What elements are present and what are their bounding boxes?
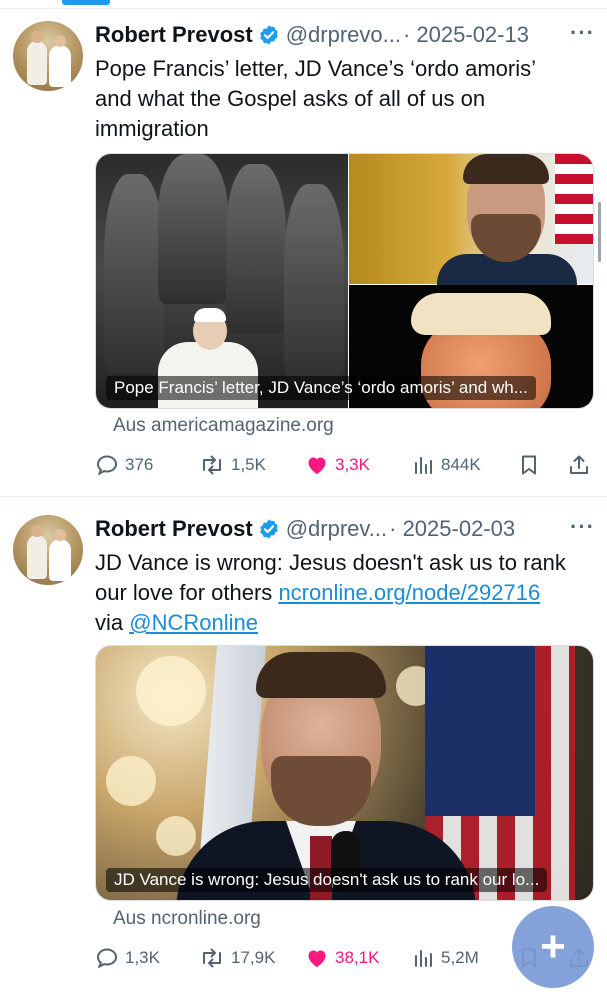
avatar-figure	[27, 535, 47, 579]
compose-plus-icon: +	[540, 922, 566, 971]
author-handle[interactable]: @drprev...	[286, 516, 387, 542]
bokeh-light	[106, 756, 156, 806]
beard	[271, 756, 371, 826]
like-button[interactable]: 3,3K	[305, 450, 370, 480]
author-name[interactable]: Robert Prevost	[95, 516, 253, 542]
avatar-figure-head	[54, 529, 66, 541]
reply-button[interactable]: 1,3K	[95, 943, 160, 973]
avatar-figure	[27, 41, 47, 85]
tweet-text-fragment: via	[95, 610, 130, 635]
tweet-text-line: Pope Francis’ letter, JD Vance’s ‘ordo a…	[95, 56, 536, 81]
repost-icon	[203, 948, 221, 968]
views-count: 844K	[441, 455, 481, 474]
repost-icon	[203, 455, 221, 475]
link-card[interactable]: JD Vance is wrong: Jesus doesn't ask us …	[95, 645, 594, 901]
views-button[interactable]: 844K	[411, 450, 481, 480]
card-image-pope-statue	[96, 154, 348, 408]
tweet[interactable]: Robert Prevost @drprevo... · 2025-02-13 …	[0, 12, 607, 496]
bookmark-icon	[522, 455, 536, 475]
tweet-divider	[0, 496, 607, 497]
compose-button[interactable]: +	[512, 906, 594, 988]
more-options-icon[interactable]: ···	[570, 514, 595, 540]
verified-badge-icon	[260, 519, 278, 539]
avatar[interactable]	[13, 515, 83, 585]
card-image-jd-vance	[96, 646, 593, 900]
header-divider	[0, 8, 607, 9]
statue-figure	[226, 164, 286, 334]
statue-figure	[104, 174, 164, 374]
flag	[555, 154, 593, 244]
repost-button[interactable]: 1,5K	[199, 450, 266, 480]
card-image-jd-vance	[349, 154, 593, 294]
tweet-actions: 376 1,5K 3,3K 844K	[95, 450, 595, 480]
active-tab-indicator	[62, 0, 110, 5]
tweet-text: JD Vance is wrong: Jesus doesn't ask us …	[95, 548, 595, 638]
views-button[interactable]: 5,2M	[411, 943, 479, 973]
share-icon	[570, 455, 588, 474]
link-card[interactable]: Pope Francis’ letter, JD Vance’s ‘ordo a…	[95, 153, 594, 409]
more-options-icon[interactable]: ···	[570, 20, 595, 46]
author-name[interactable]: Robert Prevost	[95, 22, 253, 48]
tweet-date[interactable]: · 2025-02-13	[403, 22, 529, 48]
views-icon	[415, 457, 432, 474]
tweet-header: Robert Prevost @drprevo... · 2025-02-13 …	[95, 20, 595, 50]
bokeh-light	[156, 816, 196, 856]
views-count: 5,2M	[441, 948, 479, 967]
reply-count: 376	[125, 455, 154, 474]
bookmark-button[interactable]	[517, 450, 541, 480]
hair	[256, 652, 386, 698]
reply-icon	[96, 455, 118, 476]
tweet-text-line: JD Vance is wrong: Jesus doesn't ask us …	[95, 550, 566, 575]
hair	[463, 154, 549, 184]
tweet-text-line: our love for others ncronline.org/node/2…	[95, 578, 595, 608]
author-handle[interactable]: @drprevo...	[286, 22, 401, 48]
like-icon	[308, 950, 326, 967]
tweet-link[interactable]: ncronline.org/node/292716	[278, 580, 540, 605]
statue-figure	[284, 184, 344, 384]
avatar[interactable]	[13, 21, 83, 91]
like-button[interactable]: 38,1K	[305, 943, 379, 973]
tweet[interactable]: Robert Prevost @drprev... · 2025-02-03 ·…	[0, 506, 607, 1000]
like-icon	[308, 457, 326, 474]
reply-count: 1,3K	[125, 948, 160, 967]
repost-button[interactable]: 17,9K	[199, 943, 275, 973]
tweet-header: Robert Prevost @drprev... · 2025-02-03 ·…	[95, 514, 595, 544]
share-button[interactable]	[567, 450, 591, 480]
tweet-text-fragment: our love for others	[95, 580, 279, 605]
card-caption: Pope Francis’ letter, JD Vance’s ‘ordo a…	[106, 376, 536, 400]
card-caption: JD Vance is wrong: Jesus doesn't ask us …	[106, 868, 548, 892]
like-count: 3,3K	[335, 455, 370, 474]
avatar-figure-head	[31, 31, 43, 43]
repost-count: 1,5K	[231, 455, 266, 474]
pope-zucchetto	[194, 308, 226, 322]
mention-link[interactable]: @NCRonline	[129, 610, 258, 635]
tweet-text-line: and what the Gospel asks of all of us on	[95, 86, 486, 111]
tweet-text: Pope Francis’ letter, JD Vance’s ‘ordo a…	[95, 54, 595, 144]
reply-button[interactable]: 376	[95, 450, 153, 480]
bokeh-light	[136, 656, 206, 726]
card-source[interactable]: Aus ncronline.org	[113, 908, 261, 930]
tweet-text-line: via @NCRonline	[95, 608, 595, 638]
us-flag-canton	[425, 646, 535, 816]
views-icon	[415, 950, 432, 967]
tweet-text-line: immigration	[95, 116, 209, 141]
statue-figure	[158, 154, 228, 304]
hair	[411, 293, 551, 335]
tweet-date[interactable]: · 2025-02-03	[389, 516, 515, 542]
verified-badge-icon	[260, 25, 278, 45]
reply-icon	[96, 948, 118, 969]
like-count: 38,1K	[335, 948, 380, 967]
repost-count: 17,9K	[231, 948, 276, 967]
avatar-figure	[49, 45, 71, 87]
avatar-figure-head	[54, 35, 66, 47]
avatar-figure-head	[31, 525, 43, 537]
card-source[interactable]: Aus americamagazine.org	[113, 415, 334, 437]
avatar-figure	[49, 539, 71, 581]
